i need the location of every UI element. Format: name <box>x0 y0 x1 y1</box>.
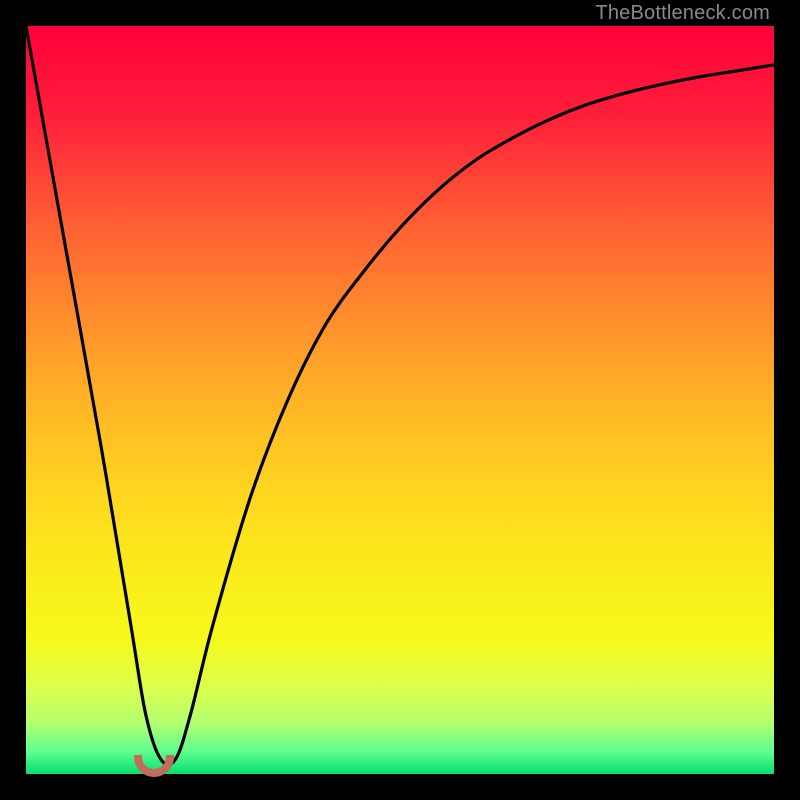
chart-plot-area <box>26 26 774 774</box>
bottleneck-curve <box>26 26 774 774</box>
attribution-text: TheBottleneck.com <box>595 2 770 25</box>
